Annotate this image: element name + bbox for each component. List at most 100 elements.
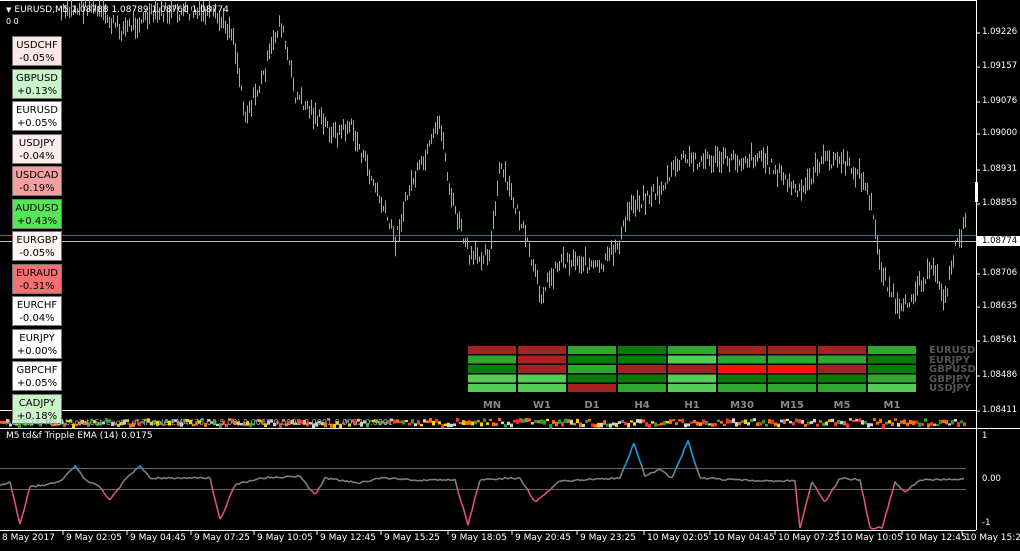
- oscillator-segment: [225, 500, 229, 508]
- strength-strip-segment: [807, 421, 810, 425]
- tile-change-label: +0.00%: [16, 345, 58, 357]
- strength-strip-segment: [888, 420, 891, 424]
- oscillator-segment: [811, 481, 815, 486]
- oscillator-segment: [841, 477, 845, 480]
- oscillator-segment: [751, 479, 755, 482]
- strength-strip-segment: [825, 421, 828, 426]
- strength-strip-segment: [756, 422, 759, 427]
- tile-change-label: -0.19%: [19, 183, 55, 194]
- strength-strip-segment: [768, 419, 771, 424]
- oscillator-segment: [889, 492, 893, 500]
- oscillator-segment: [521, 481, 525, 486]
- time-axis-label: 10 May 10:05: [841, 533, 903, 543]
- strength-strip-segment: [705, 420, 708, 425]
- strength-cell: [718, 374, 766, 383]
- oscillator-segment: [904, 490, 908, 493]
- oscillator-segment: [589, 477, 593, 481]
- strength-strip-segment: [438, 421, 441, 425]
- oscillator-segment: [0, 483, 3, 487]
- timeframe-label-mn: MN: [482, 400, 502, 411]
- oscillator-segment: [209, 477, 213, 488]
- currency-tile-usdjpy[interactable]: USDJPY -0.04%: [12, 133, 62, 164]
- strength-cell: [518, 374, 566, 383]
- oscillator-segment: [511, 477, 515, 480]
- strength-strip-segment: [915, 420, 918, 424]
- oscillator-segment: [689, 446, 693, 454]
- strength-strip-segment: [717, 419, 720, 423]
- currency-tile-usdcad[interactable]: USDCAD -0.19%: [12, 166, 62, 196]
- strength-strip-segment: [528, 418, 531, 422]
- oscillator-segment: [925, 478, 929, 481]
- oscillator-segment: [165, 476, 169, 480]
- strength-strip-segment: [687, 423, 690, 427]
- oscillator-segment: [342, 479, 346, 483]
- strength-strip-segment: [618, 421, 621, 424]
- strength-strip-segment: [594, 423, 597, 428]
- dropdown-triangle-icon[interactable]: ▼: [6, 6, 11, 14]
- oscillator-segment: [469, 510, 473, 518]
- price-axis-label: 1.08411: [982, 405, 1018, 415]
- strength-strip-segment: [501, 421, 504, 425]
- oscillator-segment: [369, 479, 373, 482]
- oscillator-segment: [741, 478, 745, 482]
- oscillator-segment: [311, 490, 315, 494]
- strength-cell: [768, 355, 816, 364]
- strength-strip-segment: [474, 420, 477, 425]
- oscillator-segment: [577, 478, 581, 482]
- strength-strip-segment: [930, 422, 933, 426]
- currency-tile-eurgbp[interactable]: EURGBP -0.05%: [12, 231, 62, 261]
- tile-pair-label: EURCHF: [16, 300, 58, 311]
- oscillator-segment: [683, 445, 687, 450]
- strength-cell: [518, 384, 566, 392]
- strength-strip-segment: [660, 422, 663, 426]
- oscillator-segment: [801, 512, 805, 521]
- oscillator-segment: [613, 477, 617, 480]
- currency-tile-eurusd[interactable]: EURUSD +0.05%: [12, 101, 62, 131]
- strength-strip-segment: [918, 422, 921, 427]
- currency-tile-usdchf[interactable]: USDCHF -0.05%: [12, 36, 62, 66]
- oscillator-segment: [155, 476, 159, 480]
- oscillator-segment: [755, 479, 759, 483]
- oscillator-segment: [536, 497, 540, 502]
- oscillator-segment: [23, 501, 27, 511]
- oscillator-segment: [559, 480, 563, 483]
- price-axis-label: 1.08931: [982, 164, 1018, 174]
- oscillator-segment: [309, 488, 313, 492]
- oscillator-segment: [389, 477, 393, 480]
- oscillator-segment: [863, 498, 867, 510]
- timeframe-label-h4: H4: [634, 400, 650, 411]
- strength-strip-segment: [696, 421, 699, 426]
- chart-canvas[interactable]: [0, 0, 1020, 551]
- currency-tile-eurjpy[interactable]: EURJPY +0.00%: [12, 328, 62, 359]
- oscillator-segment: [805, 496, 809, 505]
- strength-cell: [768, 374, 816, 383]
- oscillator-segment: [80, 473, 84, 478]
- oscillator-segment: [367, 480, 371, 483]
- currency-tile-euraud[interactable]: EURAUD -0.31%: [12, 263, 62, 294]
- currency-tile-gbpusd[interactable]: GBPUSD +0.13%: [12, 68, 62, 99]
- price-axis[interactable]: 1.09226 1.09157 1.09076 1.09000 1.08931 1.088…: [976, 0, 1020, 427]
- currency-tile-eurchf[interactable]: EURCHF -0.04%: [12, 296, 62, 326]
- oscillator-segment: [322, 476, 326, 483]
- oscillator-segment: [859, 479, 863, 491]
- strength-strip-segment: [432, 420, 435, 426]
- oscillator-segment: [959, 477, 963, 481]
- strength-strip-segment: [570, 419, 573, 425]
- strength-strip-segment: [615, 422, 618, 427]
- oscillator-segment: [231, 486, 235, 492]
- strength-strip-segment: [747, 422, 750, 426]
- strength-strip-segment: [477, 419, 480, 423]
- oscillator-segment: [727, 477, 731, 481]
- strength-cell: [818, 355, 866, 364]
- oscillator-segment: [654, 469, 658, 473]
- strength-strip-segment: [900, 420, 903, 424]
- strength-strip-segment: [693, 419, 696, 424]
- currency-tile-gbpchf[interactable]: GBPCHF +0.05%: [12, 361, 62, 391]
- oscillator-segment: [713, 477, 717, 480]
- currency-tile-audusd[interactable]: AUDUSD +0.43%: [12, 198, 62, 229]
- time-axis-label: 9 May 18:05: [451, 533, 507, 543]
- strength-strip-segment: [531, 422, 534, 425]
- strength-strip-segment: [873, 418, 876, 422]
- oscillator-segment: [929, 478, 933, 482]
- strength-cell: [568, 355, 616, 364]
